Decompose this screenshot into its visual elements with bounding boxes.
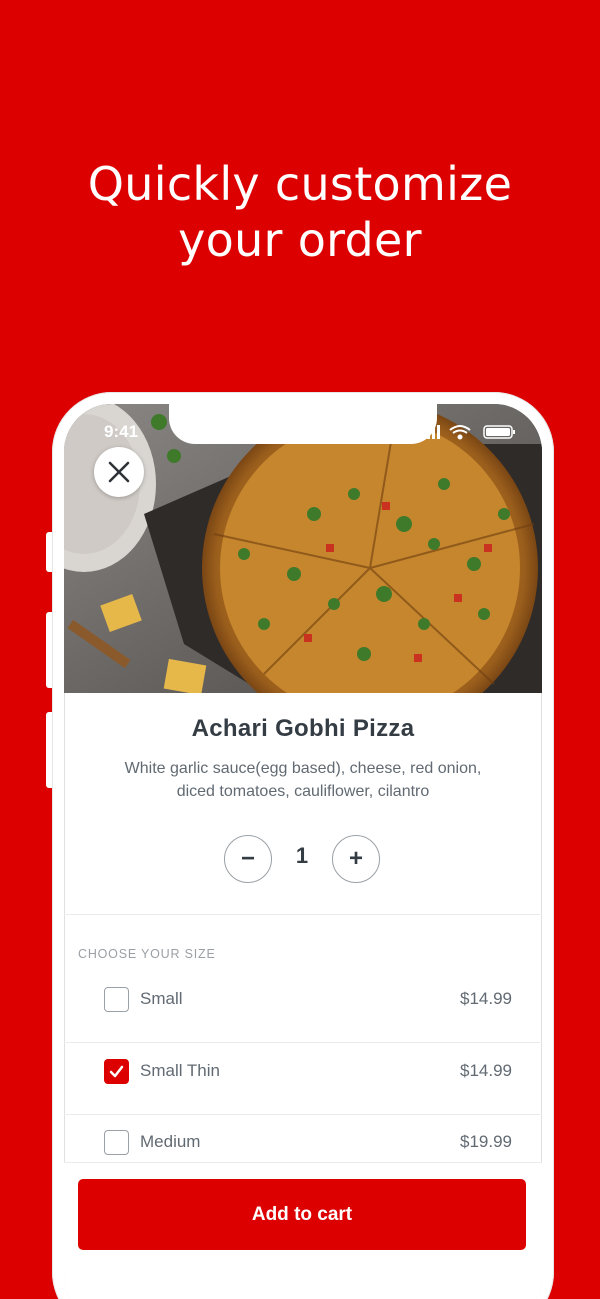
size-option-small-thin[interactable]: Small Thin $14.99 bbox=[64, 1059, 542, 1119]
phone-notch bbox=[169, 404, 437, 444]
status-icons bbox=[422, 424, 522, 445]
row-divider bbox=[64, 1114, 542, 1115]
cart-footer: Add to cart bbox=[64, 1162, 542, 1299]
quantity-decrease-button[interactable]: − bbox=[224, 835, 272, 883]
add-to-cart-button[interactable]: Add to cart bbox=[78, 1179, 526, 1250]
product-details: Achari Gobhi Pizza White garlic sauce(eg… bbox=[64, 693, 542, 883]
wifi-icon bbox=[449, 425, 471, 440]
size-checkbox-small[interactable] bbox=[104, 987, 129, 1012]
size-section-label: CHOOSE YOUR SIZE bbox=[78, 947, 216, 961]
size-price: $19.99 bbox=[460, 1132, 512, 1151]
quantity-stepper: − 1 + bbox=[224, 835, 380, 885]
signal-icon bbox=[422, 425, 440, 439]
size-name: Small bbox=[140, 989, 183, 1008]
close-button[interactable] bbox=[94, 447, 144, 497]
section-divider bbox=[64, 914, 542, 915]
size-option-small[interactable]: Small $14.99 bbox=[64, 987, 542, 1047]
row-divider bbox=[64, 1042, 542, 1043]
promo-headline: Quickly customize your order bbox=[0, 156, 600, 268]
product-hero-image: 9:41 bbox=[64, 404, 542, 693]
product-description-line-2: diced tomatoes, cauliflower, cilantro bbox=[176, 783, 430, 800]
promo-headline-line-2: your order bbox=[178, 213, 422, 267]
promo-headline-line-1: Quickly customize bbox=[87, 157, 513, 211]
size-price: $14.99 bbox=[460, 1061, 512, 1080]
status-time: 9:41 bbox=[104, 422, 139, 441]
product-description: White garlic sauce(egg based), cheese, r… bbox=[93, 757, 513, 803]
close-icon bbox=[108, 461, 130, 483]
product-description-line-1: White garlic sauce(egg based), cheese, r… bbox=[124, 760, 482, 777]
battery-icon bbox=[483, 425, 515, 439]
size-checkbox-small-thin[interactable] bbox=[104, 1059, 129, 1084]
size-checkbox-medium[interactable] bbox=[104, 1130, 129, 1155]
phone-screen: 9:41 Achari Gobhi Pizza White garlic sau… bbox=[64, 404, 542, 1299]
quantity-value: 1 bbox=[295, 843, 309, 868]
product-title: Achari Gobhi Pizza bbox=[191, 715, 415, 742]
app-store-screenshot: Quickly customize your order 9:41 Achari… bbox=[0, 0, 600, 1299]
quantity-increase-button[interactable]: + bbox=[332, 835, 380, 883]
size-price: $14.99 bbox=[460, 989, 512, 1008]
pizza-photo bbox=[64, 404, 542, 693]
size-name: Medium bbox=[140, 1132, 201, 1151]
phone-frame: 9:41 Achari Gobhi Pizza White garlic sau… bbox=[52, 392, 554, 1299]
checkmark-icon bbox=[109, 1065, 124, 1078]
size-name: Small Thin bbox=[140, 1061, 220, 1080]
